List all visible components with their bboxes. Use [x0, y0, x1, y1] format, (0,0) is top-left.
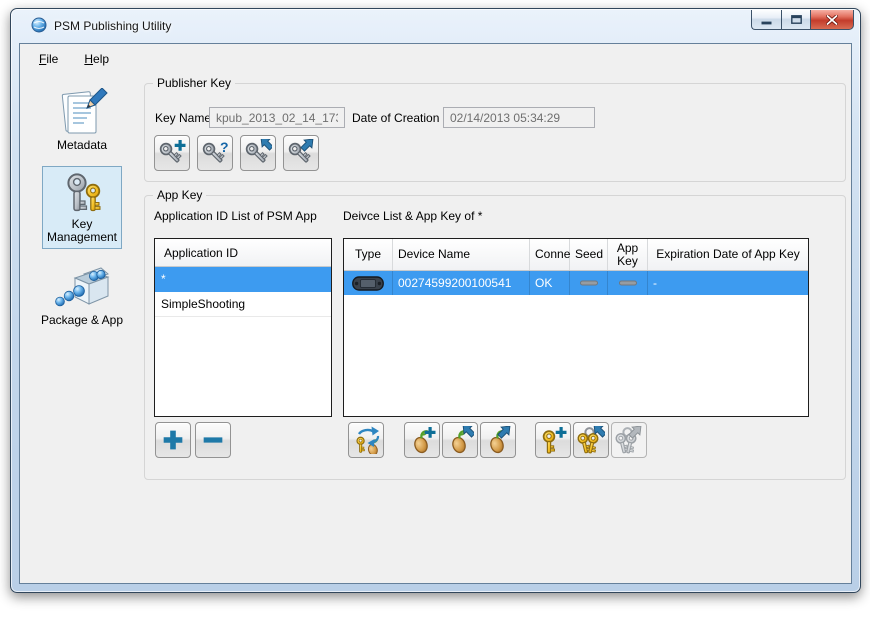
application-id-list: Application ID *SimpleShooting: [154, 238, 332, 417]
verify-publisher-key-button[interactable]: ?: [197, 135, 233, 171]
seed-add-icon: [408, 426, 436, 454]
client-area: FileHelp Metadata Key Management Package…: [19, 43, 852, 584]
keys-gray-export-icon: [615, 426, 643, 454]
device-table: TypeDevice NameConneSeedApp KeyExpiratio…: [343, 238, 809, 417]
export-app-key-button[interactable]: [611, 422, 647, 458]
sidebar-item-metadata[interactable]: Metadata: [34, 88, 130, 152]
psvita-icon: [344, 271, 393, 295]
minimize-icon: [761, 21, 772, 25]
import-publisher-key-button[interactable]: [240, 135, 276, 171]
column-header-device-name[interactable]: Device Name: [393, 239, 530, 270]
close-icon: [826, 15, 838, 25]
menu-file[interactable]: File: [28, 48, 69, 70]
screen: PSM Publishing Utility FileHelp Metadata: [0, 0, 870, 620]
export-seed-button[interactable]: [480, 422, 516, 458]
app-icon: [31, 17, 47, 36]
column-header-conne[interactable]: Conne: [530, 239, 570, 270]
menu-help[interactable]: Help: [73, 48, 120, 70]
date-of-creation-input[interactable]: [443, 107, 595, 128]
add-app-key-button[interactable]: [535, 422, 571, 458]
refresh-device-list-button[interactable]: [348, 422, 384, 458]
menu-bar: FileHelp: [20, 44, 851, 74]
column-header-expiration-date-of-app-key[interactable]: Expiration Date of App Key: [648, 239, 808, 270]
sidebar-item-package-app[interactable]: Package & App: [34, 263, 130, 327]
svg-text:?: ?: [220, 139, 229, 155]
key-management-icon: [60, 172, 104, 214]
device-name-cell: 00274599200100541: [393, 271, 530, 295]
minus-icon: [199, 426, 227, 454]
export-publisher-key-button[interactable]: [283, 135, 319, 171]
dash-icon: [570, 271, 608, 295]
package-app-icon: [54, 263, 110, 310]
publisher-key-group: Publisher Key Key Name Date of Creation …: [144, 83, 846, 182]
application-id-list-title: Application ID List of PSM App: [154, 209, 317, 223]
titlebar[interactable]: PSM Publishing Utility: [11, 9, 860, 43]
publisher-key-group-title: Publisher Key: [153, 76, 235, 90]
publisher-key-toolbar: ?: [154, 135, 319, 171]
column-header-type[interactable]: Type: [344, 239, 393, 270]
import-app-key-button[interactable]: [573, 422, 609, 458]
key-name-label: Key Name: [155, 111, 211, 125]
window-title: PSM Publishing Utility: [54, 19, 171, 33]
appkey-refresh-icon: [352, 426, 380, 454]
maximize-button[interactable]: [781, 10, 810, 30]
window-controls: [751, 10, 854, 30]
device-row[interactable]: 00274599200100541OK -: [344, 271, 808, 295]
application-id-row[interactable]: SimpleShooting: [155, 292, 331, 317]
remove-application-button[interactable]: [195, 422, 231, 458]
key-gray-add-icon: [158, 139, 186, 167]
seed-import-icon: [446, 426, 474, 454]
connect-status-cell: OK: [530, 271, 570, 295]
create-publisher-key-button[interactable]: [154, 135, 190, 171]
sidebar-item-label: Package & App: [41, 314, 123, 327]
column-header-app-key[interactable]: App Key: [608, 239, 648, 270]
application-id-column-header[interactable]: Application ID: [155, 239, 331, 267]
device-table-header: TypeDevice NameConneSeedApp KeyExpiratio…: [344, 239, 808, 271]
key-gold-add-icon: [539, 426, 567, 454]
seed-export-icon: [484, 426, 512, 454]
sidebar: Metadata Key Management Package & App: [32, 88, 132, 327]
keys-gold-import-icon: [577, 426, 605, 454]
key-name-input[interactable]: [209, 107, 345, 128]
minimize-button[interactable]: [751, 10, 781, 30]
maximize-icon: [791, 15, 802, 24]
key-gray-question-icon: ?: [201, 139, 229, 167]
metadata-icon: [56, 88, 108, 135]
application-list-toolbar: [155, 422, 231, 458]
application-id-row[interactable]: *: [155, 267, 331, 292]
import-seed-button[interactable]: [442, 422, 478, 458]
plus-icon: [159, 426, 187, 454]
sidebar-item-label: Key Management: [43, 218, 121, 244]
application-id-list-body: *SimpleShooting: [155, 267, 331, 317]
sidebar-item-label: Metadata: [57, 139, 107, 152]
app-window: PSM Publishing Utility FileHelp Metadata: [10, 8, 861, 593]
device-table-body: 00274599200100541OK -: [344, 271, 808, 295]
app-key-group-title: App Key: [153, 188, 206, 202]
column-header-seed[interactable]: Seed: [570, 239, 608, 270]
sidebar-item-key-management[interactable]: Key Management: [42, 166, 122, 249]
key-gray-export-icon: [287, 139, 315, 167]
app-key-group: App Key Application ID List of PSM App A…: [144, 195, 846, 480]
add-application-button[interactable]: [155, 422, 191, 458]
device-list-title: Deivce List & App Key of *: [343, 209, 482, 223]
expiration-cell: -: [648, 271, 808, 295]
device-list-toolbar: [348, 422, 647, 458]
close-button[interactable]: [810, 10, 854, 30]
add-seed-button[interactable]: [404, 422, 440, 458]
key-gray-import-icon: [244, 139, 272, 167]
dash-icon: [608, 271, 648, 295]
date-of-creation-label: Date of Creation: [352, 111, 439, 125]
